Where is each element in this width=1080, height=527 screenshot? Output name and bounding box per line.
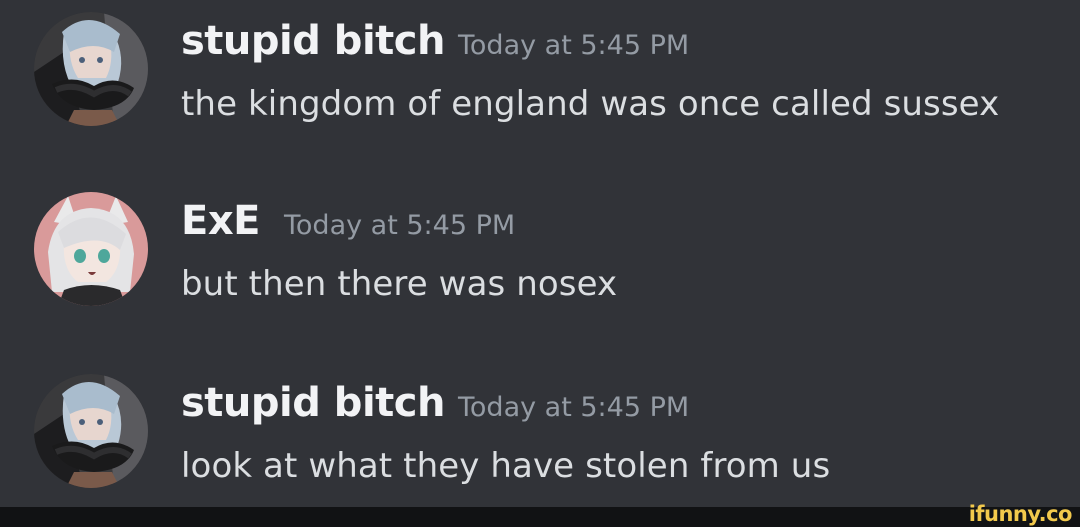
message-item: stupid bitch Today at 5:45 PM the kingdo… [0,0,1080,150]
username[interactable]: ExE [181,198,260,244]
anime-character-dark-avatar-icon [34,12,148,126]
username[interactable]: stupid bitch [181,18,445,64]
anime-character-dark-avatar-icon [34,374,148,488]
user-avatar[interactable] [34,374,148,488]
message-content: look at what they have stolen from us [181,446,831,486]
anime-character-white-hair-avatar-icon [34,192,148,306]
user-avatar[interactable] [34,12,148,126]
message-timestamp: Today at 5:45 PM [458,30,690,61]
ifunny-watermark: ifunny.co [968,502,1073,526]
user-avatar[interactable] [34,192,148,306]
message-content: the kingdom of england was once called s… [181,84,1000,124]
username[interactable]: stupid bitch [181,380,445,426]
message-timestamp: Today at 5:45 PM [284,210,516,241]
chat-log: stupid bitch Today at 5:45 PM the kingdo… [0,0,1080,507]
message-item: ExE Today at 5:45 PM but then there was … [0,180,1080,330]
message-timestamp: Today at 5:45 PM [458,392,690,423]
footer-bar [0,507,1080,527]
message-item: stupid bitch Today at 5:45 PM look at wh… [0,362,1080,512]
message-content: but then there was nosex [181,264,618,304]
